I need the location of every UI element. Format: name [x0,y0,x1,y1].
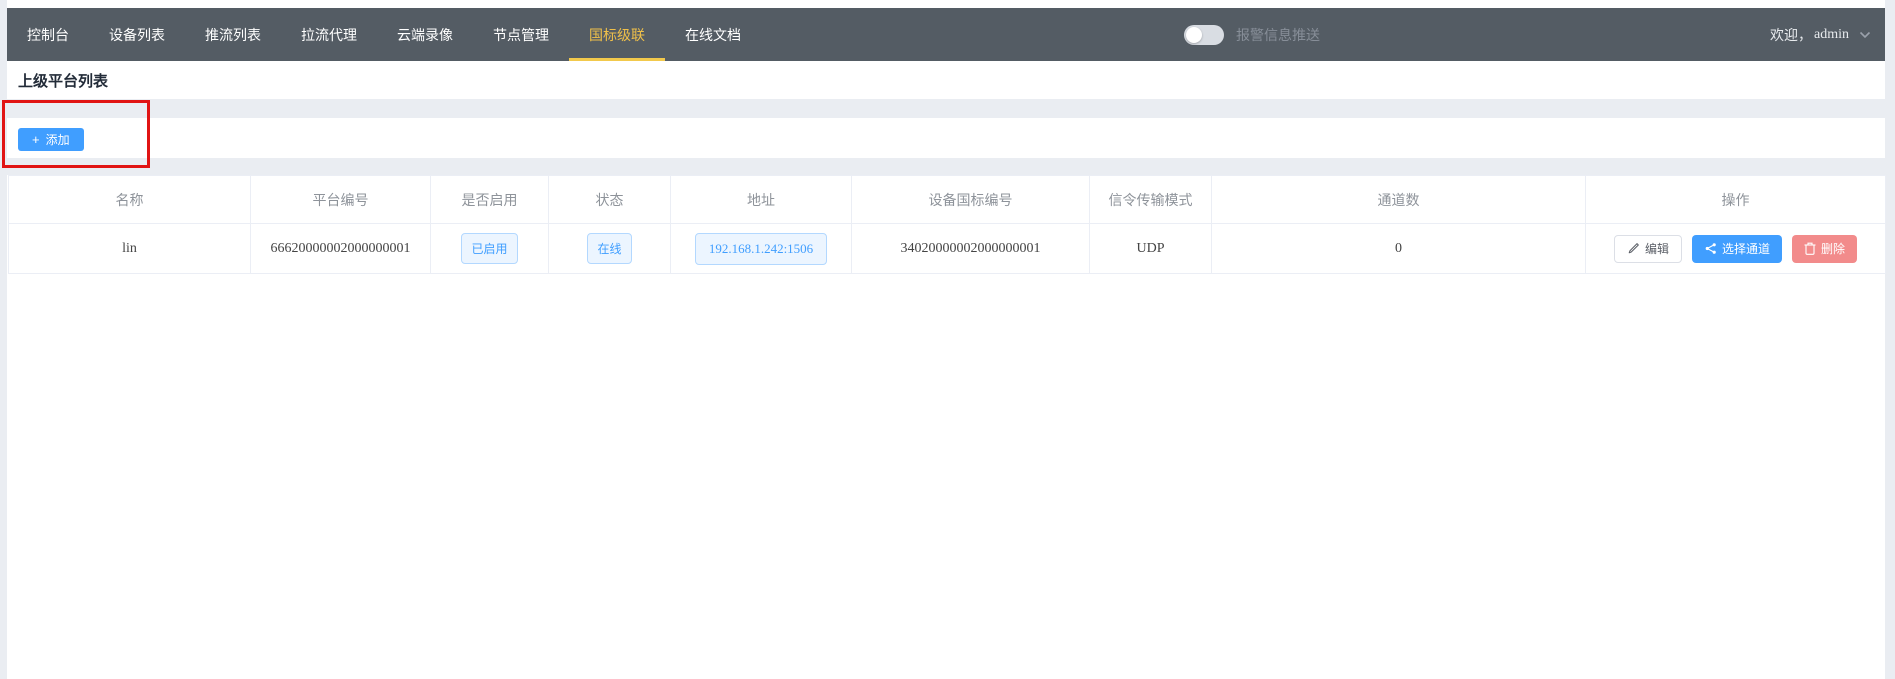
col-header-gb-device-id: 设备国标编号 [852,176,1090,224]
nav-item-console[interactable]: 控制台 [7,8,89,61]
delete-button[interactable]: 删除 [1792,235,1857,263]
chevron-down-icon [1859,31,1871,39]
toolbar: + 添加 [7,118,1885,158]
cell-status: 在线 [549,224,671,274]
top-navbar: 控制台 设备列表 推流列表 拉流代理 云端录像 节点管理 国标级联 在线文档 报… [7,8,1885,61]
col-header-channel-count: 通道数 [1212,176,1586,224]
cell-signal-transport: UDP [1090,224,1212,274]
add-button[interactable]: + 添加 [18,128,84,151]
cell-actions: 编辑 [1586,224,1886,274]
col-header-platform-id: 平台编号 [251,176,431,224]
left-gutter [0,0,7,679]
cell-platform-id: 66620000002000000001 [251,224,431,274]
pencil-icon [1627,242,1640,255]
status-badge: 在线 [587,233,631,264]
col-header-name: 名称 [9,176,251,224]
share-icon [1704,242,1717,255]
trash-icon [1804,242,1816,255]
divider-band [7,158,1895,175]
platform-table: 名称 平台编号 是否启用 状态 地址 设备国标编号 信令传输模式 通道数 操作 … [8,175,1886,274]
address-badge[interactable]: 192.168.1.242:1506 [695,233,827,265]
username: admin [1814,27,1849,43]
nav-item-node-manage[interactable]: 节点管理 [473,8,569,61]
alarm-push-cluster: 报警信息推送 [1184,8,1320,61]
page-title: 上级平台列表 [7,70,108,91]
cell-channel-count: 0 [1212,224,1586,274]
nav-item-pull-proxy[interactable]: 拉流代理 [281,8,377,61]
col-header-status: 状态 [549,176,671,224]
title-bar: 上级平台列表 [7,61,1885,99]
edit-button[interactable]: 编辑 [1614,235,1682,263]
alarm-push-toggle[interactable] [1184,25,1224,45]
delete-button-label: 删除 [1821,240,1845,257]
welcome-text: 欢迎， [1770,25,1812,45]
col-header-signal-transport: 信令传输模式 [1090,176,1212,224]
table-row: lin 66620000002000000001 已启用 在线 192.168.… [9,224,1886,274]
divider-band [7,99,1895,118]
plus-icon: + [32,133,40,146]
alarm-push-label: 报警信息推送 [1236,25,1320,45]
nav-item-device-list[interactable]: 设备列表 [89,8,185,61]
cell-enabled: 已启用 [431,224,549,274]
col-header-enabled: 是否启用 [431,176,549,224]
screen: 控制台 设备列表 推流列表 拉流代理 云端录像 节点管理 国标级联 在线文档 报… [0,0,1895,679]
action-buttons: 编辑 [1586,235,1885,263]
col-header-actions: 操作 [1586,176,1886,224]
table-header-row: 名称 平台编号 是否启用 状态 地址 设备国标编号 信令传输模式 通道数 操作 [9,176,1886,224]
select-channel-label: 选择通道 [1722,240,1770,257]
platform-table-panel: 名称 平台编号 是否启用 状态 地址 设备国标编号 信令传输模式 通道数 操作 … [7,175,1885,679]
enabled-badge: 已启用 [461,233,517,264]
nav-item-gb-cascade[interactable]: 国标级联 [569,8,665,61]
toggle-knob [1186,27,1202,43]
nav-item-push-list[interactable]: 推流列表 [185,8,281,61]
nav-item-online-docs[interactable]: 在线文档 [665,8,761,61]
cell-name: lin [9,224,251,274]
user-menu[interactable]: 欢迎， admin [1770,8,1885,61]
edit-button-label: 编辑 [1645,240,1669,257]
col-header-address: 地址 [671,176,852,224]
cell-gb-device-id: 34020000002000000001 [852,224,1090,274]
add-button-label: 添加 [46,131,70,148]
cell-address: 192.168.1.242:1506 [671,224,852,274]
select-channel-button[interactable]: 选择通道 [1692,235,1782,263]
nav-item-cloud-record[interactable]: 云端录像 [377,8,473,61]
